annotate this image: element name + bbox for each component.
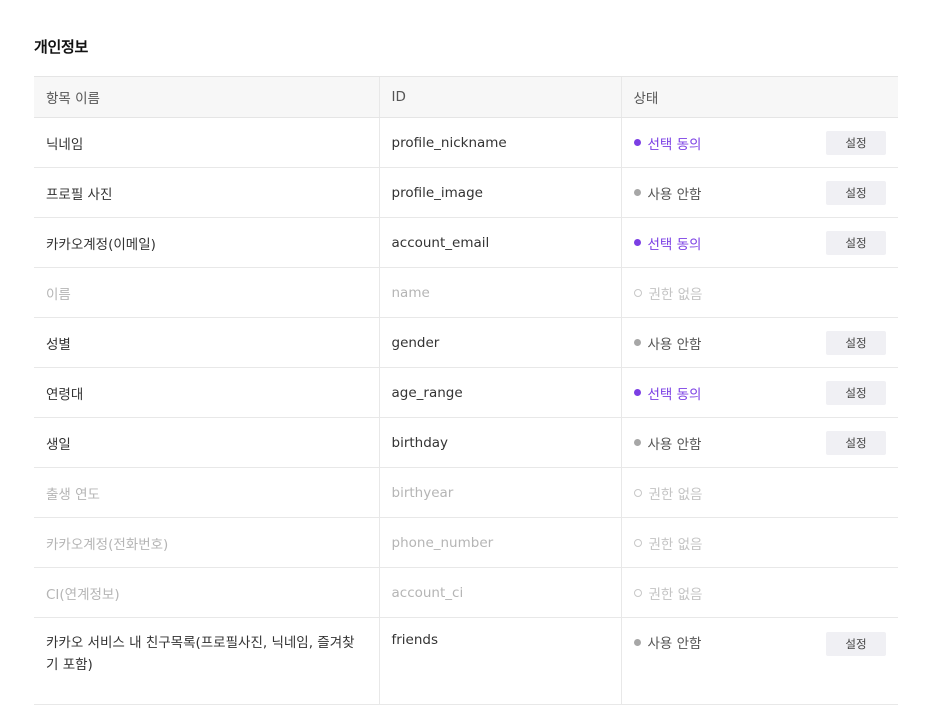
status-text: 권한 없음 — [648, 536, 703, 553]
status-cell: 선택 동의 설정 — [620, 217, 898, 268]
item-name: 카카오계정(전화번호) — [34, 517, 379, 568]
item-id: gender — [378, 317, 621, 368]
status-dot-icon — [633, 239, 641, 246]
status-indicator: 권한 없음 — [633, 583, 703, 603]
status-circle-icon — [633, 538, 642, 547]
item-id: account_email — [378, 217, 621, 268]
header-id: ID — [378, 76, 621, 118]
status-circle-icon — [633, 288, 642, 297]
item-id: birthday — [378, 417, 621, 468]
status-text: 선택 동의 — [647, 136, 702, 153]
item-id: profile_image — [378, 167, 621, 218]
status-cell: 권한 없음 — [620, 267, 898, 318]
status-indicator: 사용 안함 — [633, 333, 702, 353]
item-name: 출생 연도 — [34, 467, 379, 518]
status-text: 권한 없음 — [648, 586, 703, 603]
status-indicator: 권한 없음 — [633, 283, 703, 303]
status-cell: 권한 없음 — [620, 567, 898, 618]
item-name: 성별 — [34, 317, 379, 368]
setting-button[interactable]: 설정 — [826, 632, 886, 656]
table-row: 프로필 사진 profile_image 사용 안함 설정 — [34, 167, 898, 218]
item-name: 프로필 사진 — [34, 167, 379, 218]
table-row: 카카오계정(이메일) account_email 선택 동의 설정 — [34, 217, 898, 268]
setting-button[interactable]: 설정 — [826, 431, 886, 455]
consent-items-table: 항목 이름 ID 상태 닉네임 profile_nickname 선택 동의 설… — [34, 76, 898, 705]
header-status: 상태 — [620, 76, 898, 118]
status-circle-icon — [633, 488, 642, 497]
setting-button[interactable]: 설정 — [826, 231, 886, 255]
table-row: CI(연계정보) account_ci 권한 없음 — [34, 567, 898, 618]
status-text: 사용 안함 — [647, 186, 702, 203]
item-name-text: 카카오 서비스 내 친구목록(프로필사진, 닉네임, 즐겨찾기 포함) — [46, 635, 355, 673]
status-indicator: 사용 안함 — [633, 433, 702, 453]
status-indicator: 권한 없음 — [633, 533, 703, 553]
item-name: 생일 — [34, 417, 379, 468]
status-cell: 사용 안함 설정 — [620, 317, 898, 368]
item-id: account_ci — [378, 567, 621, 618]
status-dot-icon — [633, 139, 641, 146]
item-id: profile_nickname — [378, 117, 621, 168]
status-cell: 사용 안함 설정 — [620, 167, 898, 218]
setting-button[interactable]: 설정 — [826, 181, 886, 205]
status-indicator: 선택 동의 — [633, 133, 702, 153]
status-text: 사용 안함 — [647, 436, 702, 453]
status-dot-icon — [633, 189, 641, 196]
item-id: birthyear — [378, 467, 621, 518]
item-id: name — [378, 267, 621, 318]
table-row: 연령대 age_range 선택 동의 설정 — [34, 367, 898, 418]
status-dot-icon — [633, 439, 641, 446]
item-id: age_range — [378, 367, 621, 418]
status-indicator: 선택 동의 — [633, 233, 702, 253]
status-cell: 권한 없음 — [620, 517, 898, 568]
table-row: 성별 gender 사용 안함 설정 — [34, 317, 898, 368]
section-title: 개인정보 — [34, 38, 89, 56]
table-row: 출생 연도 birthyear 권한 없음 — [34, 467, 898, 518]
status-dot-icon — [633, 339, 641, 346]
status-indicator: 선택 동의 — [633, 383, 702, 403]
status-text: 권한 없음 — [648, 286, 703, 303]
status-indicator: 사용 안함 — [633, 183, 702, 203]
status-text: 권한 없음 — [648, 486, 703, 503]
table-row: 닉네임 profile_nickname 선택 동의 설정 — [34, 117, 898, 168]
status-indicator: 사용 안함 — [633, 632, 702, 652]
status-dot-icon — [633, 638, 641, 646]
status-cell: 사용 안함 설정 — [620, 617, 898, 705]
status-dot-icon — [633, 389, 641, 396]
status-text: 사용 안함 — [647, 336, 702, 353]
table-row: 카카오계정(전화번호) phone_number 권한 없음 — [34, 517, 898, 568]
item-name: 연령대 — [34, 367, 379, 418]
table-row: 카카오 서비스 내 친구목록(프로필사진, 닉네임, 즐겨찾기 포함) frie… — [34, 617, 898, 705]
item-id: friends — [378, 617, 621, 705]
table-header-row: 항목 이름 ID 상태 — [34, 76, 898, 118]
status-cell: 사용 안함 설정 — [620, 417, 898, 468]
item-name: 닉네임 — [34, 117, 379, 168]
item-id: phone_number — [378, 517, 621, 568]
setting-button[interactable]: 설정 — [826, 331, 886, 355]
header-item-name: 항목 이름 — [34, 76, 379, 118]
setting-button[interactable]: 설정 — [826, 131, 886, 155]
status-text: 사용 안함 — [647, 636, 702, 652]
item-name: CI(연계정보) — [34, 567, 379, 618]
item-name: 카카오 서비스 내 친구목록(프로필사진, 닉네임, 즐겨찾기 포함) — [34, 617, 379, 705]
item-name: 이름 — [34, 267, 379, 318]
status-indicator: 권한 없음 — [633, 483, 703, 503]
status-cell: 선택 동의 설정 — [620, 117, 898, 168]
status-text: 선택 동의 — [647, 236, 702, 253]
table-row: 생일 birthday 사용 안함 설정 — [34, 417, 898, 468]
status-text: 선택 동의 — [647, 386, 702, 403]
item-name: 카카오계정(이메일) — [34, 217, 379, 268]
setting-button[interactable]: 설정 — [826, 381, 886, 405]
status-cell: 권한 없음 — [620, 467, 898, 518]
status-cell: 선택 동의 설정 — [620, 367, 898, 418]
status-circle-icon — [633, 588, 642, 597]
table-row: 이름 name 권한 없음 — [34, 267, 898, 318]
